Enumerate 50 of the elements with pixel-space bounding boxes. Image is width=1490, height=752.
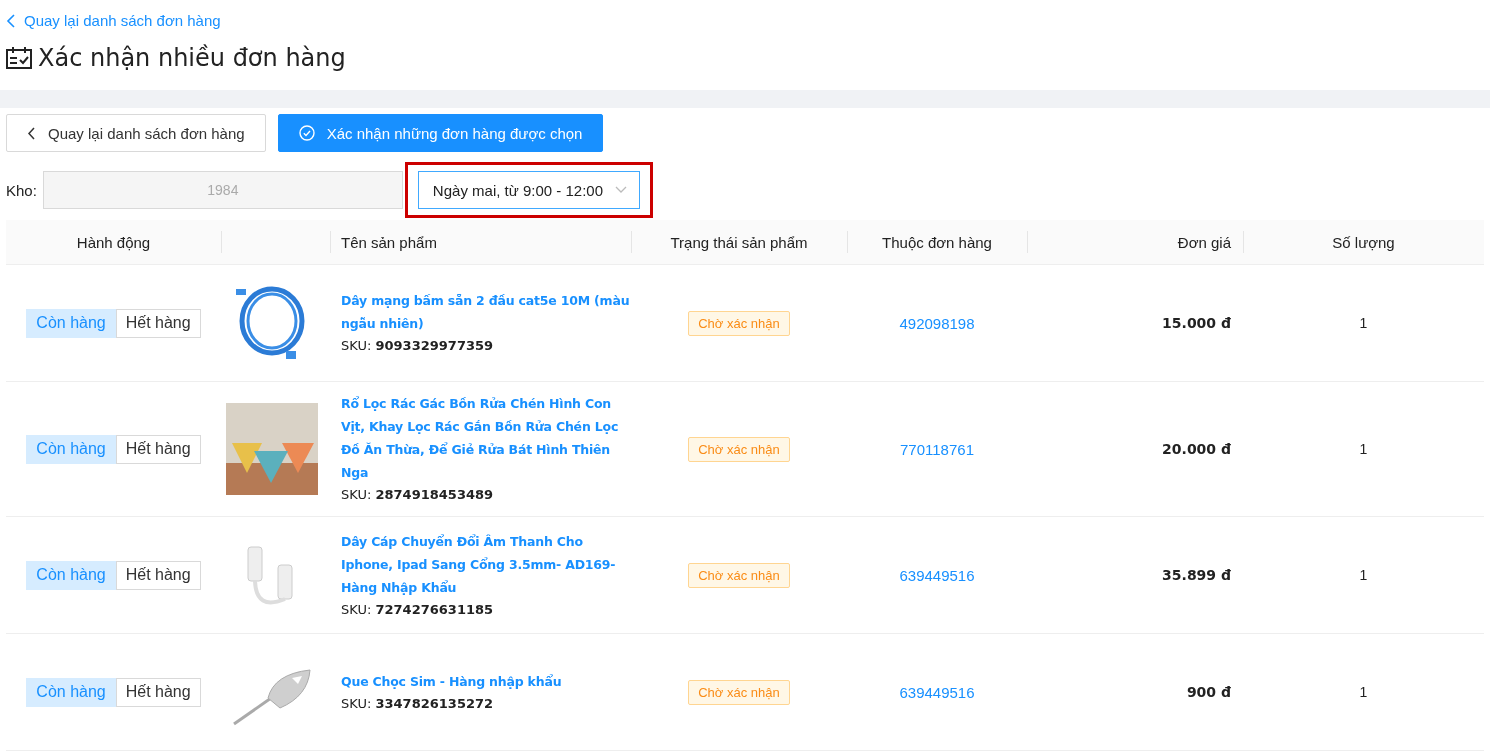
column-header: Trạng thái sản phẩm xyxy=(670,233,808,251)
product-name-link[interactable]: Dây mạng bấm sẵn 2 đầu cat5e 10M (màu ngẫu nhiên) xyxy=(341,289,631,335)
back-button[interactable]: Quay lại danh sách đơn hàng xyxy=(6,114,266,152)
quantity: 1 xyxy=(1359,315,1368,331)
sku-text: SKU: 2874918453489 xyxy=(341,486,494,504)
stock-option[interactable]: Hết hàng xyxy=(115,560,201,590)
unit-price: 35.899 đ xyxy=(1162,567,1231,583)
quantity: 1 xyxy=(1359,441,1368,457)
sku-text: SKU: 7274276631185 xyxy=(341,600,494,619)
calendar-check-icon xyxy=(6,46,32,69)
stock-option[interactable]: Hết hàng xyxy=(115,434,201,464)
column-header: Tên sản phẩm xyxy=(341,233,437,251)
confirm-selected-button[interactable]: Xác nhận những đơn hàng được chọn xyxy=(277,114,604,152)
stock-option[interactable]: Hết hàng xyxy=(115,677,201,707)
stock-option[interactable]: Còn hàng xyxy=(26,677,116,707)
status-tag: Chờ xác nhận xyxy=(688,436,790,462)
chevron-left-icon xyxy=(27,126,36,140)
stock-option[interactable]: Còn hàng xyxy=(26,308,116,338)
column-header: Hành động xyxy=(76,233,151,251)
status-tag: Chờ xác nhận xyxy=(688,679,790,705)
sku-text: SKU: 3347826135272 xyxy=(341,694,494,713)
unit-price: 20.000 đ xyxy=(1162,441,1231,457)
status-tag: Chờ xác nhận xyxy=(688,562,790,588)
column-header: Thuộc đơn hàng xyxy=(882,233,992,251)
warehouse-field[interactable]: 1984 xyxy=(42,171,403,209)
order-link[interactable]: 770118761 xyxy=(900,440,974,458)
delivery-time-select[interactable]: Ngày mai, từ 9:00 - 12:00 xyxy=(417,171,640,209)
back-link[interactable]: Quay lại danh sách đơn hàng xyxy=(6,12,221,29)
quantity: 1 xyxy=(1359,684,1368,700)
stock-option[interactable]: Còn hàng xyxy=(26,434,116,464)
order-link[interactable]: 492098198 xyxy=(899,314,975,332)
warehouse-label: Kho: xyxy=(6,181,37,199)
product-name-link[interactable]: Rổ Lọc Rác Gác Bồn Rửa Chén Hình Con Vịt, Khay Lọc Rác Gắn Bồn Rửa Chén Lọc Đồ Ăn Thừa, Để Giẻ Rửa Bát Hình Thiên Nga xyxy=(341,392,631,484)
product-name-link[interactable]: Dây Cáp Chuyển Đổi Âm Thanh Cho Iphone, Ipad Sang Cổng 3.5mm- AD169- Hàng Nhập Khẩu xyxy=(341,529,631,599)
stock-option[interactable]: Hết hàng xyxy=(115,308,201,338)
unit-price: 15.000 đ xyxy=(1162,315,1231,331)
sku-text: SKU: 9093329977359 xyxy=(341,337,494,355)
column-header: Đơn giá xyxy=(1177,233,1231,251)
quantity: 1 xyxy=(1359,567,1368,583)
order-link[interactable]: 639449516 xyxy=(899,683,975,701)
status-tag: Chờ xác nhận xyxy=(688,310,790,336)
page-title: Xác nhận nhiều đơn hàng xyxy=(38,43,346,72)
chevron-down-icon xyxy=(614,186,627,194)
order-link[interactable]: 639449516 xyxy=(899,566,975,584)
column-header: Số lượng xyxy=(1332,233,1395,251)
check-circle-icon xyxy=(298,125,315,141)
chevron-left-icon xyxy=(6,13,16,28)
product-name-link[interactable]: Que Chọc Sim - Hàng nhập khẩu xyxy=(341,669,562,693)
unit-price: 900 đ xyxy=(1186,684,1231,700)
stock-option[interactable]: Còn hàng xyxy=(26,560,116,590)
